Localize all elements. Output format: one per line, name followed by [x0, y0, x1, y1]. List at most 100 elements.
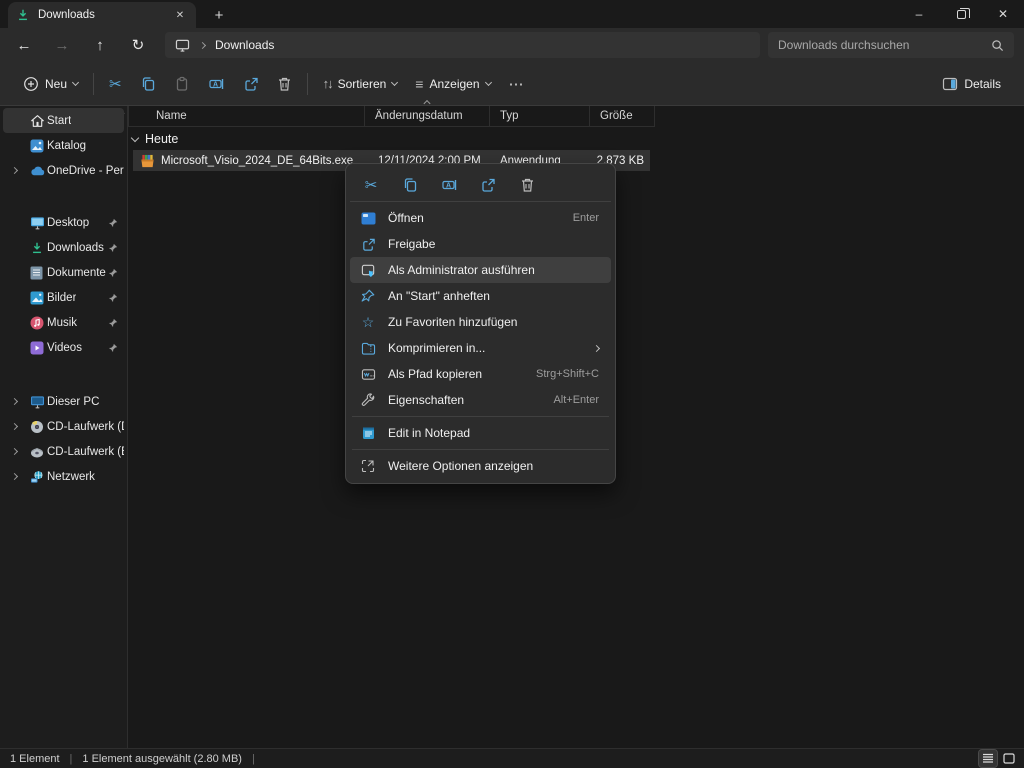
pin-icon [108, 293, 118, 303]
search-box[interactable] [768, 32, 1014, 58]
new-tab-button[interactable]: + [208, 4, 230, 26]
details-pane-button[interactable]: Details [933, 67, 1010, 101]
sidebar-item-cd-laufwerk-e[interactable]: CD-Laufwerk (E:) 20 [3, 439, 124, 464]
sidebar-item-label: Start [47, 115, 71, 127]
menu-item-komprimieren-in[interactable]: Komprimieren in... [350, 335, 611, 361]
chevron-right-icon[interactable] [11, 448, 18, 455]
menu-item-zu-favoriten-hinzufuegen[interactable]: ☆ Zu Favoriten hinzufügen [350, 309, 611, 335]
chevron-right-icon[interactable] [11, 398, 18, 405]
this-pc-icon [30, 395, 45, 408]
column-header-size[interactable]: Größe [590, 106, 655, 126]
pictures-icon [30, 291, 44, 305]
pin-icon [108, 218, 118, 228]
menu-item-edit-in-notepad[interactable]: Edit in Notepad [350, 420, 611, 446]
sidebar-item-netzwerk[interactable]: Netzwerk [3, 464, 124, 489]
column-header-type[interactable]: Typ [490, 106, 590, 126]
sidebar: ˄ Start Katalog OneDrive - Persona [0, 106, 127, 748]
back-button[interactable]: ← [10, 32, 38, 58]
up-button[interactable]: ↑ [86, 32, 114, 58]
network-icon [30, 470, 45, 483]
refresh-button[interactable]: ↻ [124, 32, 152, 58]
copy-icon[interactable] [395, 171, 425, 199]
restore-button[interactable] [940, 0, 982, 28]
chevron-right-icon[interactable] [11, 473, 18, 480]
sidebar-item-videos[interactable]: Videos [3, 335, 124, 360]
menu-shortcut: Enter [573, 212, 599, 224]
column-header-name[interactable]: Name [128, 106, 365, 126]
menu-item-an-start-anheften[interactable]: An "Start" anheften [350, 283, 611, 309]
rename-icon[interactable]: A [434, 171, 464, 199]
details-view-button[interactable] [979, 750, 997, 767]
pin-icon [108, 243, 118, 253]
sidebar-item-desktop[interactable]: Desktop [3, 210, 124, 235]
menu-item-freigabe[interactable]: Freigabe [350, 231, 611, 257]
column-header-modified[interactable]: Änderungsdatum [365, 106, 490, 126]
sidebar-item-katalog[interactable]: Katalog [3, 133, 124, 158]
delete-icon[interactable] [512, 171, 542, 199]
breadcrumb-downloads[interactable]: Downloads [215, 38, 274, 52]
group-header-heute[interactable]: Heute [132, 130, 178, 148]
sidebar-item-musik[interactable]: Musik [3, 310, 124, 335]
sidebar-item-dokumente[interactable]: Dokumente [3, 260, 124, 285]
menu-item-oeffnen[interactable]: Öffnen Enter [350, 205, 611, 231]
collapse-chevron-icon[interactable] [131, 133, 139, 141]
menu-item-als-administrator-ausfuehren[interactable]: Als Administrator ausführen [350, 257, 611, 283]
share-icon[interactable] [473, 171, 503, 199]
disc-drive-icon [30, 445, 44, 459]
sidebar-item-dieser-pc[interactable]: Dieser PC [3, 389, 124, 414]
command-bar: Neu ✂ A ↑↓ Sortieren [0, 62, 1024, 106]
sidebar-item-bilder[interactable]: Bilder [3, 285, 124, 310]
cut-icon[interactable]: ✂ [356, 171, 386, 199]
address-bar[interactable]: Downloads [165, 32, 760, 58]
chevron-right-icon[interactable] [11, 423, 18, 430]
large-icons-view-button[interactable] [1000, 750, 1018, 767]
new-button[interactable]: Neu [14, 67, 87, 101]
minimize-button[interactable]: – [898, 0, 940, 28]
search-input[interactable] [778, 38, 991, 52]
sidebar-item-label: Bilder [47, 292, 76, 304]
download-icon [16, 8, 30, 22]
sidebar-item-label: Dokumente [47, 267, 106, 279]
view-lines-icon: ≡ [415, 76, 423, 92]
sidebar-item-label: Downloads [47, 242, 104, 254]
menu-item-eigenschaften[interactable]: Eigenschaften Alt+Enter [350, 387, 611, 413]
more-options-button[interactable]: ⋯ [500, 67, 533, 101]
open-app-icon [360, 212, 376, 225]
wrench-icon [360, 393, 376, 407]
sidebar-item-cd-laufwerk-d[interactable]: CD-Laufwerk (D:) V [3, 414, 124, 439]
videos-icon [30, 341, 44, 355]
onedrive-cloud-icon [30, 166, 45, 176]
sidebar-item-start[interactable]: Start [3, 108, 124, 133]
status-bar: 1 Element | 1 Element ausgewählt (2.80 M… [0, 748, 1024, 768]
paste-button[interactable] [165, 67, 199, 101]
menu-item-weitere-optionen-anzeigen[interactable]: Weitere Optionen anzeigen [350, 453, 611, 479]
gallery-icon [30, 139, 44, 153]
zip-folder-icon [360, 342, 376, 355]
sidebar-item-downloads[interactable]: Downloads [3, 235, 124, 260]
sort-button[interactable]: ↑↓ Sortieren [314, 67, 407, 101]
menu-item-als-pfad-kopieren[interactable]: Als Pfad kopieren Strg+Shift+C [350, 361, 611, 387]
tab-downloads[interactable]: Downloads ✕ [8, 2, 196, 28]
delete-button[interactable] [268, 67, 301, 101]
cut-button[interactable]: ✂ [100, 67, 131, 101]
toolbar-divider [93, 73, 94, 95]
rename-button[interactable]: A [199, 67, 234, 101]
menu-separator [352, 449, 609, 450]
details-pane-label: Details [964, 77, 1001, 91]
chevron-right-icon[interactable] [11, 167, 18, 174]
view-button-label: Anzeigen [429, 77, 479, 91]
forward-button[interactable]: → [48, 32, 76, 58]
expand-options-icon [360, 459, 376, 473]
tab-close-icon[interactable]: ✕ [172, 7, 188, 23]
sidebar-item-label: Katalog [47, 140, 86, 152]
sidebar-item-label: OneDrive - Persona [47, 165, 124, 177]
view-button[interactable]: ≡ Anzeigen [406, 67, 499, 101]
copy-button[interactable] [131, 67, 165, 101]
chevron-down-icon [72, 78, 79, 85]
sidebar-item-onedrive[interactable]: OneDrive - Persona [3, 158, 124, 183]
sort-arrows-icon: ↑↓ [323, 76, 332, 91]
home-icon [30, 114, 45, 128]
sidebar-item-label: CD-Laufwerk (D:) V [47, 421, 124, 433]
close-button[interactable]: ✕ [982, 0, 1024, 28]
share-button[interactable] [234, 67, 268, 101]
